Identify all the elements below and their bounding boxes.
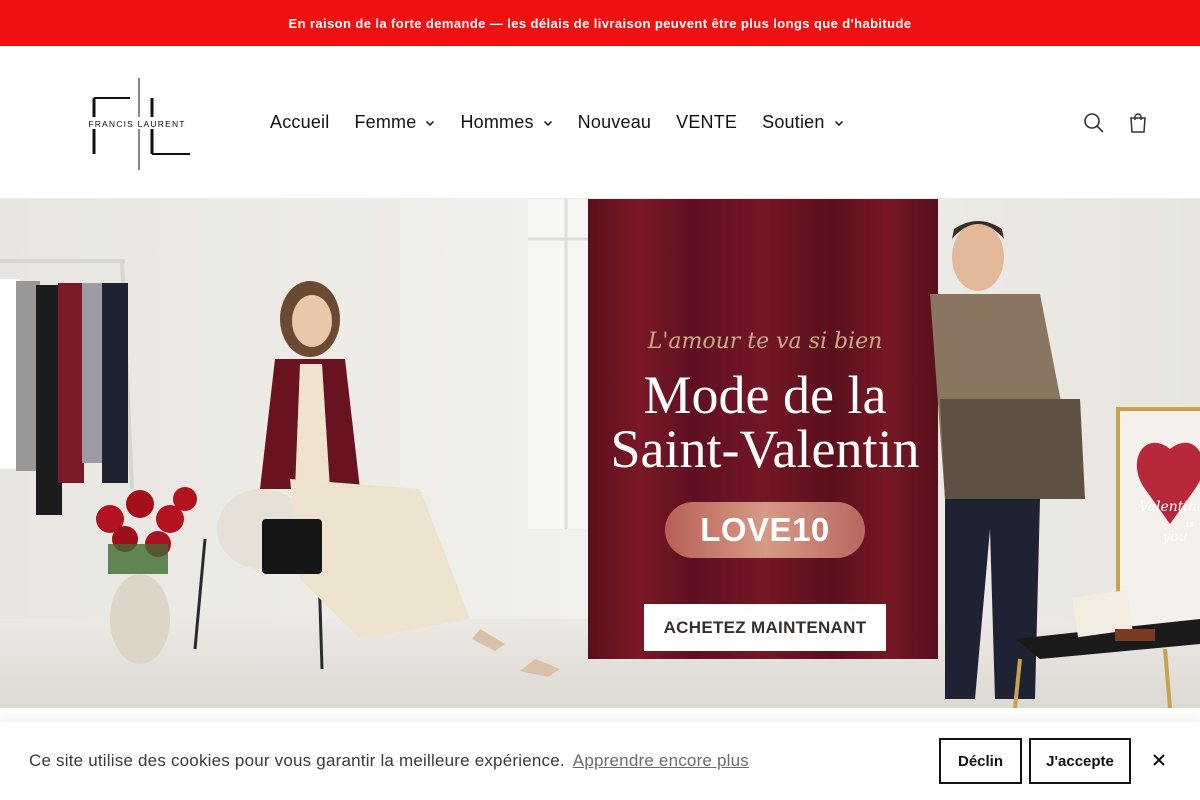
hero-title-line-1: Mode de la xyxy=(643,365,887,425)
decline-button[interactable]: Déclin xyxy=(939,738,1022,784)
nav-label: Nouveau xyxy=(577,112,652,132)
announcement-text: En raison de la forte demande — les déla… xyxy=(288,15,912,31)
chevron-down-icon xyxy=(834,120,843,126)
announcement-bar: En raison de la forte demande — les déla… xyxy=(0,0,1200,46)
hero-eyebrow: L'amour te va si bien xyxy=(647,329,883,354)
nav-item-accueil[interactable]: Accueil xyxy=(270,112,329,133)
chevron-down-icon xyxy=(426,120,435,126)
logo-monogram: FRANCIS LAURENT xyxy=(78,78,196,170)
hero-content: L'amour te va si bien Mode de la Saint-V… xyxy=(565,329,965,651)
main-nav: Accueil Femme Hommes Nouveau VENTE Souti… xyxy=(270,46,869,199)
nav-item-vente[interactable]: VENTE xyxy=(676,112,737,133)
accept-button[interactable]: J'accepte xyxy=(1029,738,1131,784)
header-icons xyxy=(1072,46,1160,199)
nav-label: VENTE xyxy=(676,112,738,132)
learn-more-link[interactable]: Apprendre encore plus xyxy=(573,751,749,770)
chevron-down-icon xyxy=(543,120,552,126)
hero-banner[interactable]: Valentine is you L'amour te va si bien M… xyxy=(0,199,1200,708)
hero-title-line-2: Saint-Valentin xyxy=(610,419,920,479)
shop-now-button[interactable]: ACHETEZ MAINTENANT xyxy=(644,604,886,651)
cookie-banner: Ce site utilise des cookies pour vous ga… xyxy=(0,722,1200,800)
close-icon[interactable] xyxy=(1151,752,1167,768)
card-text-you: you xyxy=(1161,529,1187,545)
nav-item-femme[interactable]: Femme xyxy=(354,112,435,133)
brand-logo[interactable]: FRANCIS LAURENT xyxy=(78,76,196,172)
logo-wordmark: FRANCIS LAURENT xyxy=(88,119,185,129)
nav-label: Femme xyxy=(354,112,417,132)
card-text-valentine: Valentine xyxy=(1139,499,1200,515)
nav-item-soutien[interactable]: Soutien xyxy=(762,112,843,133)
cookie-message: Ce site utilise des cookies pour vous ga… xyxy=(29,751,749,771)
nav-item-nouveau[interactable]: Nouveau xyxy=(578,112,651,133)
nav-item-hommes[interactable]: Hommes xyxy=(460,112,552,133)
cart-icon xyxy=(1130,112,1146,133)
site-header: FRANCIS LAURENT Accueil Femme Hommes Nou… xyxy=(0,46,1200,199)
search-button[interactable] xyxy=(1072,101,1116,145)
cart-button[interactable] xyxy=(1116,101,1160,145)
nav-label: Accueil xyxy=(270,112,330,132)
search-icon xyxy=(1084,112,1104,133)
promo-code-badge: LOVE10 xyxy=(665,502,865,558)
nav-label: Hommes xyxy=(460,112,534,132)
nav-label: Soutien xyxy=(762,112,825,132)
cookie-message-text: Ce site utilise des cookies pour vous ga… xyxy=(29,751,565,770)
hero-title: Mode de la Saint-Valentin xyxy=(565,368,965,476)
